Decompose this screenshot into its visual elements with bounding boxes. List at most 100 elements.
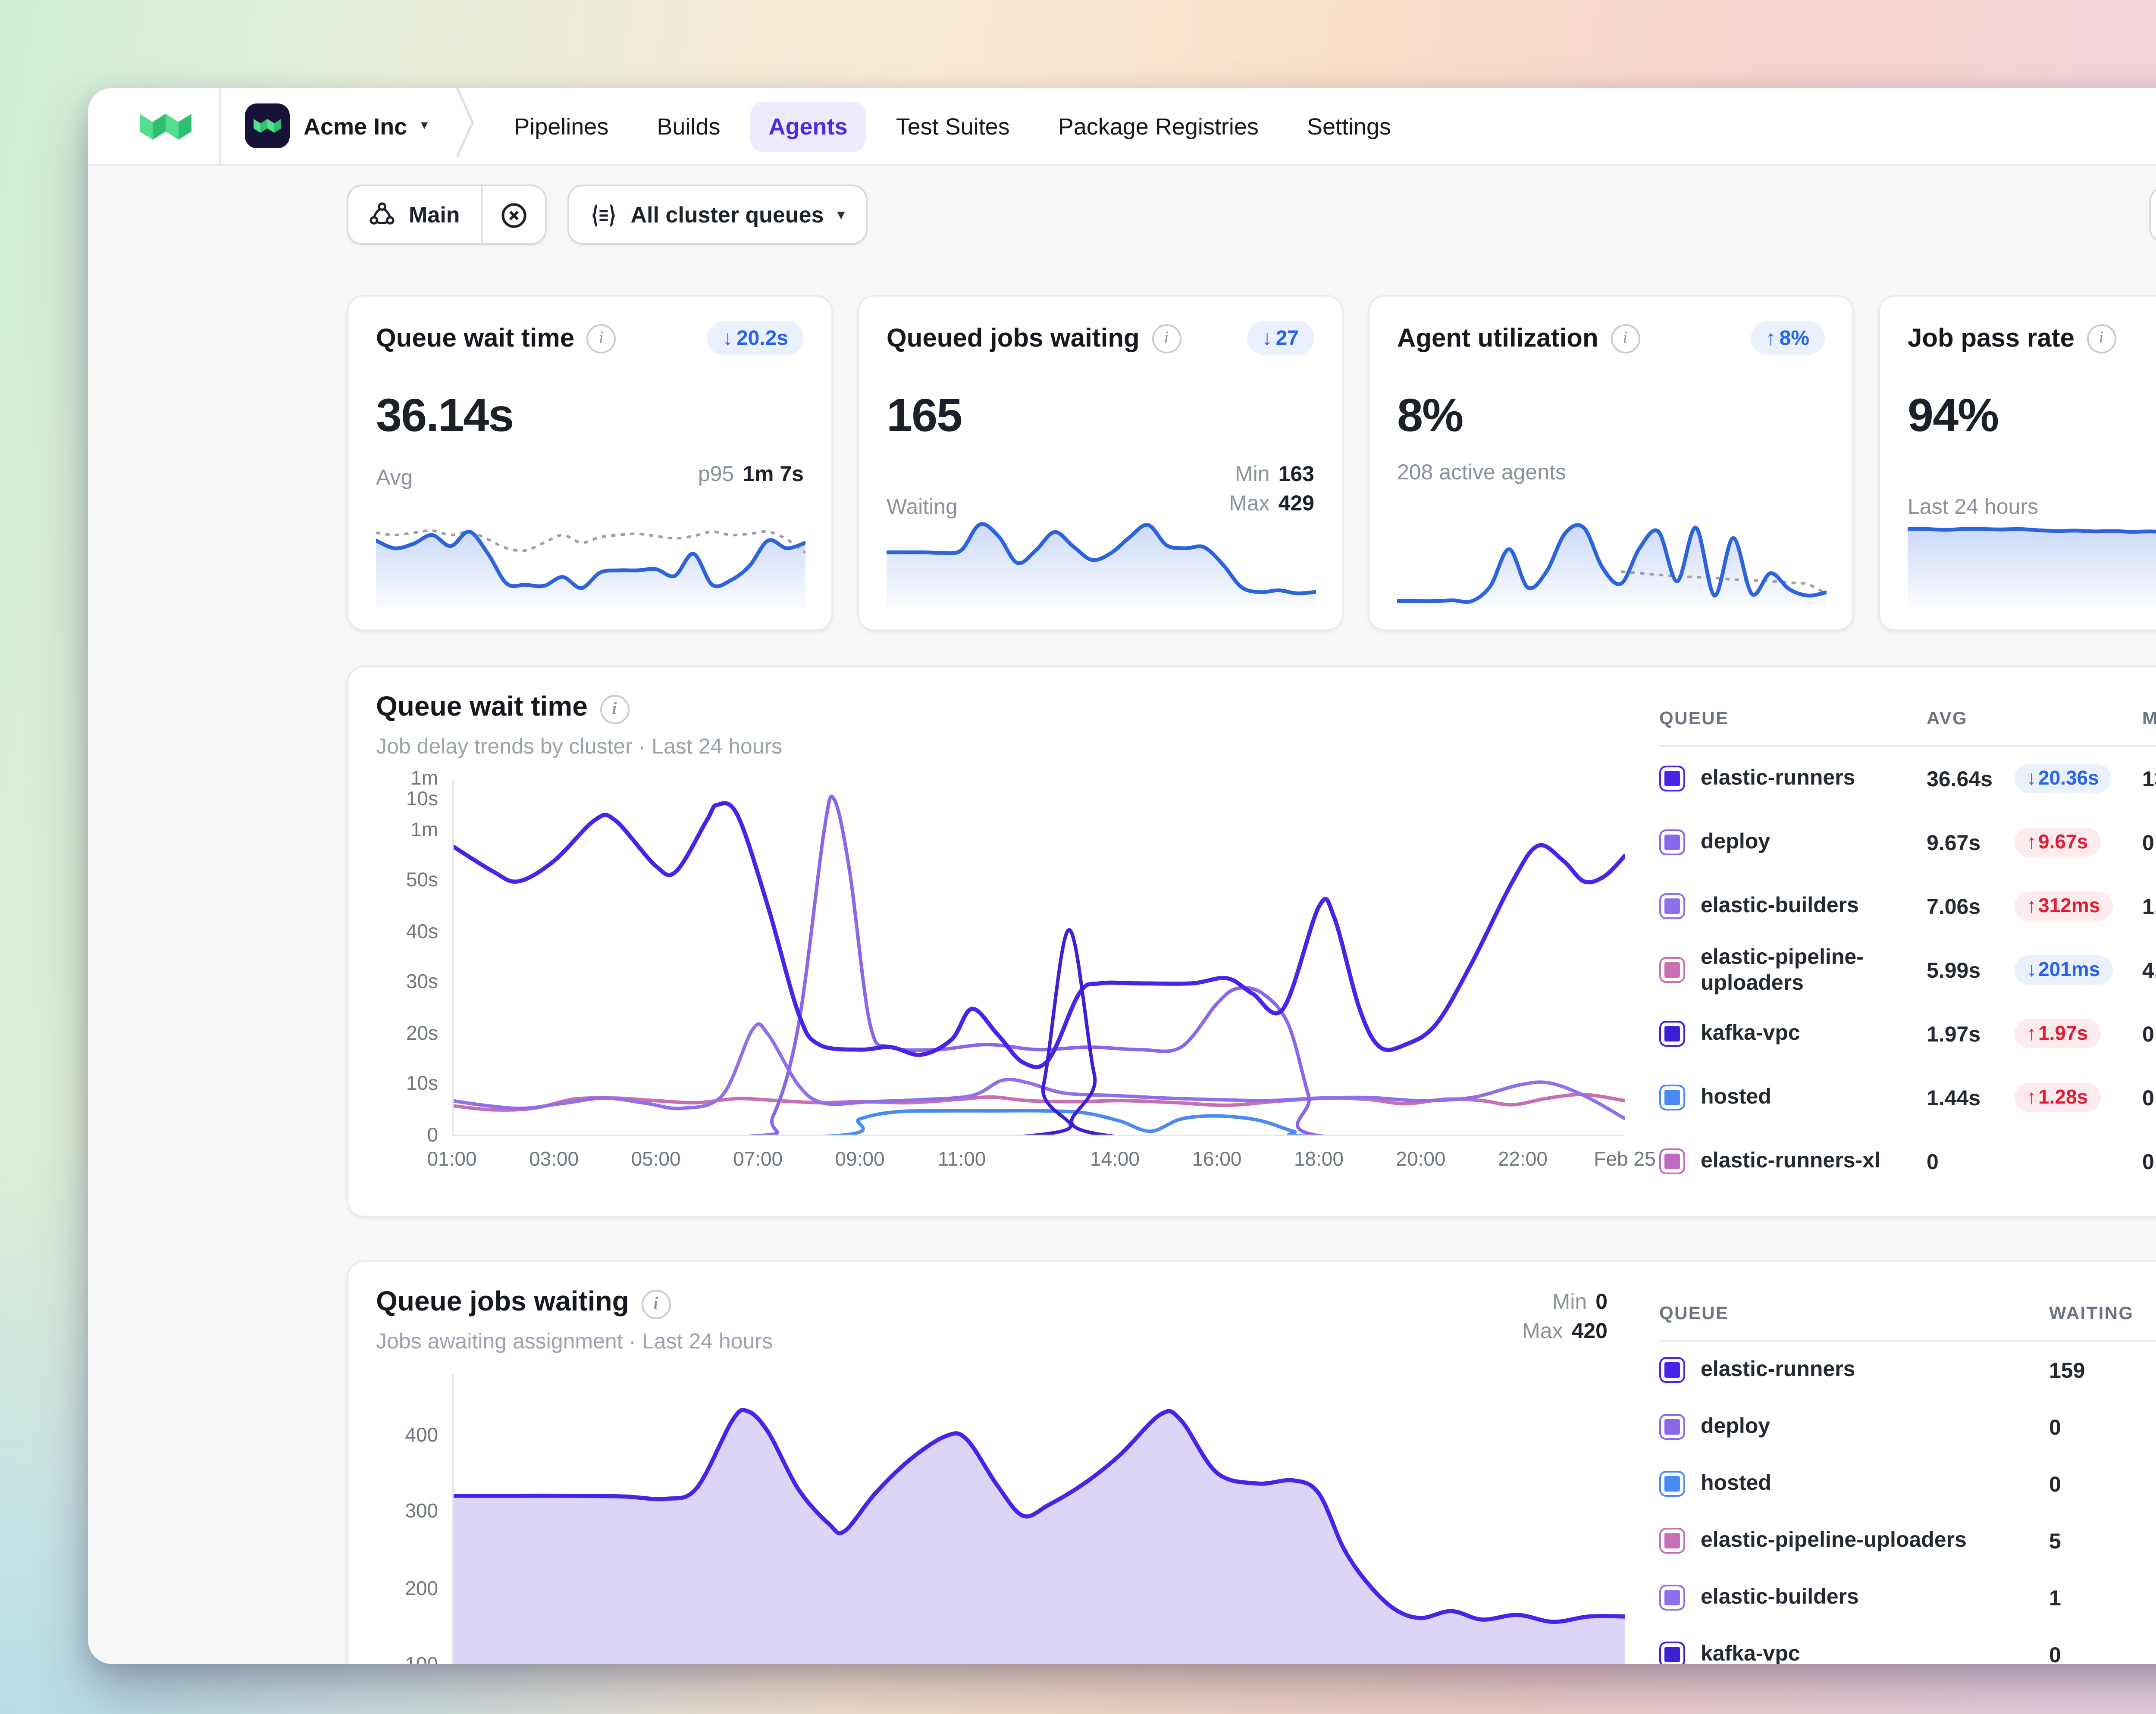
nav-tab-pipelines[interactable]: Pipelines	[495, 101, 627, 151]
nav-tab-builds[interactable]: Builds	[638, 101, 739, 151]
queue-cell: elastic-runners	[1659, 1357, 2049, 1383]
wait-y-axis-label: 10s	[376, 1075, 438, 1096]
queue-cell: deploy	[1659, 1414, 2049, 1440]
wait-y-axis-label: 0	[376, 1126, 438, 1147]
wait-line-chart[interactable]	[452, 779, 1625, 1136]
table-row-elastic-runners[interactable]: elastic-runners36.64s↓20.36s13.6s1m 1s	[1659, 747, 2156, 810]
card-meta-values: Min163Max429	[1229, 460, 1314, 519]
queue-cell: hosted	[1659, 1085, 1927, 1110]
avg-cell: 36.64s↓20.36s	[1927, 764, 2142, 793]
sparkline-job-pass-rate	[1908, 512, 2156, 609]
org-name: Acme Inc	[304, 113, 407, 139]
table-row-hosted[interactable]: hosted1.44s↑1.28s05.18s	[1659, 1066, 2156, 1129]
nav-tab-test-suites[interactable]: Test Suites	[877, 101, 1029, 151]
card-value: 94%	[1908, 393, 2156, 440]
arrow-up-icon: ↑	[2027, 896, 2037, 916]
cluster-filter[interactable]: Main	[348, 202, 481, 228]
card-meta-line: Min163	[1229, 460, 1314, 490]
queue-cell: kafka-vpc	[1659, 1021, 1927, 1047]
metric-cards-row: Queue wait timei↓20.2s36.14sAvgp951m 7sQ…	[347, 295, 2156, 631]
table-rows: elastic-runners36.64s↓20.36s13.6s1m 1sde…	[1659, 747, 2156, 1192]
card-meta: Avgp951m 7s	[376, 460, 804, 490]
table-header: QUEUEAVGMINMAX	[1659, 693, 2156, 747]
wait-x-axis-label: 01:00	[427, 1150, 476, 1171]
arrow-down-icon: ↓	[723, 326, 733, 350]
queue-cell: deploy	[1659, 829, 1927, 855]
wait-x-axis-label: 20:00	[1396, 1150, 1445, 1171]
table-row-deploy[interactable]: deploy9.67s↑9.67s01m 6s	[1659, 810, 2156, 874]
wait-x-axis-label: 07:00	[733, 1150, 783, 1171]
table-row-kafka-vpc[interactable]: kafka-vpc001	[1659, 1626, 2156, 1664]
avg-value: 5.99s	[1927, 958, 2002, 982]
arrow-down-icon: ↓	[2027, 768, 2037, 789]
avg-cell: 5.99s↓201ms	[1927, 955, 2142, 985]
table-row-deploy[interactable]: deploy0047	[1659, 1398, 2156, 1455]
queue-color-chip	[1659, 1414, 1685, 1440]
queue-name: elastic-runners-xl	[1701, 1148, 1880, 1174]
chevron-down-icon: ▾	[837, 208, 844, 222]
wait-chart-area: 1m 10s1m50s40s30s20s10s0 01:0003:0005:00…	[376, 779, 1628, 1186]
chevron-down-icon: ▾	[421, 119, 428, 133]
table-row-hosted[interactable]: hosted0010	[1659, 1455, 2156, 1512]
info-icon[interactable]: i	[600, 694, 629, 723]
info-icon[interactable]: i	[1152, 323, 1181, 353]
trend-badge: ↓20.2s	[707, 321, 804, 355]
arrow-up-icon: ↑	[2027, 1087, 2037, 1108]
wait-y-axis-label: 50s	[376, 871, 438, 892]
nav-tab-settings[interactable]: Settings	[1288, 101, 1410, 151]
queue-name: kafka-vpc	[1701, 1021, 1800, 1047]
waiting-cell: 0	[2049, 1642, 2156, 1664]
queue-cell: elastic-builders	[1659, 1585, 2049, 1611]
card-meta: 208 active agents	[1397, 460, 1825, 485]
card-title: Job pass rate	[1908, 323, 2075, 353]
panel-title: Queue wait time	[376, 693, 588, 724]
table-row-elastic-pipeline-uploaders[interactable]: elastic-pipeline-uploaders5.99s↓201ms4.1…	[1659, 938, 2156, 1002]
arrow-up-icon: ↑	[1766, 326, 1776, 350]
wait-x-axis-label: 03:00	[529, 1150, 579, 1171]
info-icon[interactable]: i	[2087, 323, 2116, 353]
info-icon[interactable]: i	[1611, 323, 1640, 353]
arrow-up-icon: ↑	[2027, 1023, 2037, 1044]
panel-title: Queue jobs waiting	[376, 1288, 629, 1319]
card-value: 36.14s	[376, 393, 804, 440]
jobs-queue-table: QUEUEWAITINGMINMAXelastic-runners1591574…	[1659, 1288, 2156, 1664]
queue-name: elastic-builders	[1701, 1585, 1859, 1611]
queue-name: kafka-vpc	[1701, 1642, 1800, 1664]
queue-cell: elastic-pipeline-uploaders	[1659, 1528, 2049, 1554]
nav-tab-package-registries[interactable]: Package Registries	[1039, 101, 1278, 151]
buildkite-logo-icon[interactable]	[112, 88, 219, 164]
avg-cell: 7.06s↑312ms	[1927, 891, 2142, 921]
org-switcher[interactable]: Acme Inc ▾	[221, 88, 452, 164]
clear-cluster-filter-button[interactable]	[483, 186, 545, 243]
nav-tab-agents[interactable]: Agents	[750, 101, 867, 151]
min-cell: 0	[2142, 1149, 2156, 1173]
arrow-up-icon: ↑	[2027, 832, 2037, 853]
queues-filter[interactable]: All cluster queues ▾	[569, 202, 865, 228]
table-row-elastic-pipeline-uploaders[interactable]: elastic-pipeline-uploaders557	[1659, 1512, 2156, 1569]
table-row-elastic-builders[interactable]: elastic-builders7.06s↑312ms1.59s21.2s	[1659, 874, 2156, 938]
column-header: MIN	[2142, 709, 2156, 729]
table-row-elastic-runners[interactable]: elastic-runners159157420	[1659, 1342, 2156, 1398]
card-header: Job pass ratei↑6%	[1908, 321, 2156, 355]
jobs-area-chart[interactable]	[452, 1374, 1625, 1664]
card-meta: Last 24 hoursTotal41,101Failed2,657	[1908, 460, 2156, 519]
queue-list-icon	[589, 203, 617, 227]
wait-x-axis-label: Feb 25	[1594, 1150, 1655, 1171]
info-icon[interactable]: i	[586, 323, 616, 353]
close-circle-icon	[500, 201, 527, 228]
breadcrumb-chevron-icon	[455, 88, 474, 168]
queue-name: deploy	[1701, 1414, 1770, 1440]
info-icon[interactable]: i	[641, 1289, 671, 1318]
table-row-kafka-vpc[interactable]: kafka-vpc1.97s↑1.97s040.67s	[1659, 1002, 2156, 1066]
table-row-elastic-runners-xl[interactable]: elastic-runners-xl000	[1659, 1129, 2156, 1192]
avg-value: 0	[1927, 1149, 2002, 1173]
table-row-elastic-builders[interactable]: elastic-builders113	[1659, 1569, 2156, 1626]
sparkline-agent-utilization	[1397, 512, 1827, 609]
jobs-y-axis-label: 300	[376, 1502, 438, 1523]
arrow-down-icon: ↓	[2027, 960, 2037, 980]
avg-value: 7.06s	[1927, 894, 2002, 918]
delta-badge: ↑1.28s	[2015, 1083, 2100, 1112]
min-cell: 13.6s	[2142, 766, 2156, 791]
queue-cell: elastic-runners-xl	[1659, 1148, 1927, 1174]
queue-name: elastic-runners	[1701, 766, 1855, 791]
